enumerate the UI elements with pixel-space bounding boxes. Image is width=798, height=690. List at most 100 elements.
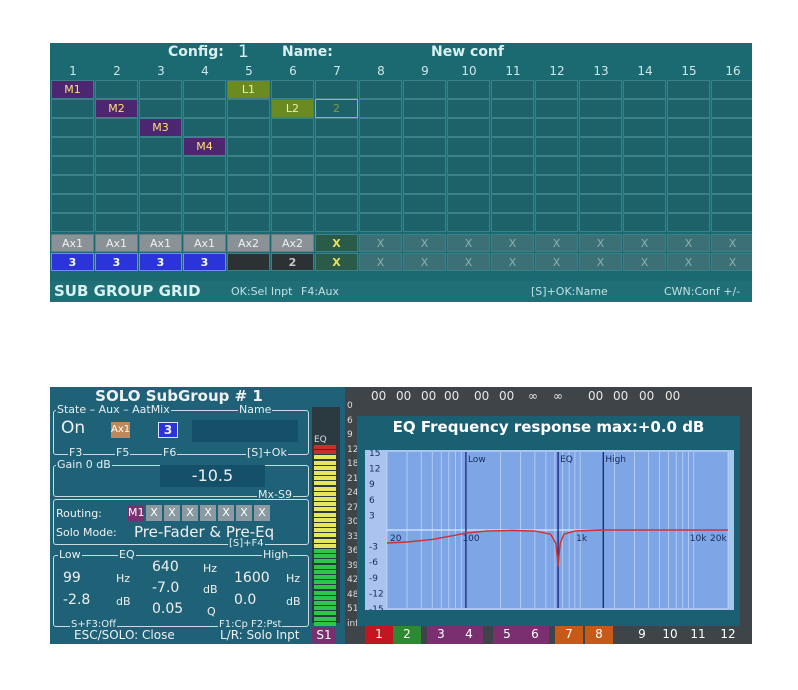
grid-cell[interactable]: 2 xyxy=(315,99,358,118)
grid-cell[interactable] xyxy=(535,118,578,137)
grid-cell[interactable] xyxy=(711,156,752,175)
grid-cell[interactable] xyxy=(183,80,226,99)
channel-button[interactable]: 4 xyxy=(455,625,483,644)
grid-cell[interactable] xyxy=(403,137,446,156)
routing-chip[interactable]: X xyxy=(254,505,270,521)
aux-cell[interactable]: X xyxy=(711,234,752,252)
grid-cell[interactable] xyxy=(447,194,490,213)
low-freq[interactable]: 99 xyxy=(63,570,81,586)
grid-cell[interactable]: M1 xyxy=(51,80,94,99)
grid-cell[interactable] xyxy=(667,213,710,232)
grid-cell[interactable] xyxy=(711,213,752,232)
grid-cell[interactable]: M4 xyxy=(183,137,226,156)
grid-cell[interactable] xyxy=(623,194,666,213)
grid-cell[interactable] xyxy=(271,156,314,175)
grid-cell[interactable]: M3 xyxy=(139,118,182,137)
grid-cell[interactable] xyxy=(535,80,578,99)
grid-cell[interactable] xyxy=(667,175,710,194)
grid-cell[interactable] xyxy=(491,213,534,232)
routing-chip[interactable]: X xyxy=(236,505,252,521)
aux-cell[interactable]: X xyxy=(403,234,446,252)
grid-cell[interactable] xyxy=(403,213,446,232)
mid-freq[interactable]: 640 xyxy=(152,559,179,575)
aux-cell[interactable]: Ax2 xyxy=(271,234,314,252)
grid-cell[interactable] xyxy=(227,194,270,213)
grid-cell[interactable] xyxy=(271,194,314,213)
grid-cell[interactable] xyxy=(623,137,666,156)
grid-cell[interactable] xyxy=(315,137,358,156)
grid-cell[interactable] xyxy=(579,213,622,232)
grid-cell[interactable] xyxy=(667,137,710,156)
routing-chip[interactable]: M1 xyxy=(128,505,145,521)
grid-cell[interactable]: L1 xyxy=(227,80,270,99)
grid-cell[interactable] xyxy=(403,156,446,175)
grid-cell[interactable] xyxy=(139,213,182,232)
grid-cell[interactable] xyxy=(183,156,226,175)
input-cell[interactable]: X xyxy=(579,253,622,271)
grid-cell[interactable] xyxy=(183,213,226,232)
grid-cell[interactable] xyxy=(535,156,578,175)
config-value[interactable]: 1 xyxy=(238,43,249,61)
grid-cell[interactable] xyxy=(183,99,226,118)
grid-cell[interactable] xyxy=(403,118,446,137)
grid-cell[interactable] xyxy=(447,137,490,156)
grid-cell[interactable] xyxy=(359,80,402,99)
grid-cell[interactable] xyxy=(95,118,138,137)
channel-button[interactable]: 10 xyxy=(656,625,684,644)
grid-cell[interactable] xyxy=(359,137,402,156)
grid-cell[interactable] xyxy=(95,137,138,156)
grid-cell[interactable] xyxy=(227,213,270,232)
grid-cell[interactable] xyxy=(579,156,622,175)
grid-cell[interactable] xyxy=(139,175,182,194)
grid-cell[interactable] xyxy=(183,118,226,137)
aux-cell[interactable]: Ax1 xyxy=(139,234,182,252)
channel-button[interactable]: 11 xyxy=(684,625,712,644)
grid-cell[interactable] xyxy=(403,194,446,213)
grid-cell[interactable] xyxy=(51,99,94,118)
grid-cell[interactable] xyxy=(491,99,534,118)
routing-chip[interactable]: X xyxy=(218,505,234,521)
grid-cell[interactable] xyxy=(711,175,752,194)
aux-cell[interactable]: Ax1 xyxy=(95,234,138,252)
channel-button[interactable]: 3 xyxy=(427,625,455,644)
grid-cell[interactable] xyxy=(535,194,578,213)
grid-cell[interactable] xyxy=(667,194,710,213)
grid-cell[interactable] xyxy=(95,194,138,213)
grid-cell[interactable] xyxy=(227,156,270,175)
aux-cell[interactable]: X xyxy=(667,234,710,252)
input-cell[interactable]: X xyxy=(403,253,446,271)
mid-gain[interactable]: -7.0 xyxy=(152,580,179,596)
grid-cell[interactable] xyxy=(139,156,182,175)
grid-cell[interactable] xyxy=(579,194,622,213)
grid-cell[interactable] xyxy=(95,213,138,232)
channel-button[interactable]: 5 xyxy=(493,625,521,644)
grid-cell[interactable] xyxy=(359,213,402,232)
aux-cell[interactable]: X xyxy=(579,234,622,252)
grid-cell[interactable] xyxy=(579,118,622,137)
grid-cell[interactable] xyxy=(711,99,752,118)
input-cell[interactable]: X xyxy=(359,253,402,271)
name-value[interactable]: New conf xyxy=(431,43,504,61)
input-cell[interactable]: 3 xyxy=(139,253,182,271)
gain-value[interactable]: -10.5 xyxy=(160,465,265,487)
channel-button[interactable]: 12 xyxy=(714,625,742,644)
grid-cell[interactable] xyxy=(271,118,314,137)
grid-cell[interactable] xyxy=(711,80,752,99)
grid-cell[interactable] xyxy=(139,80,182,99)
grid-cell[interactable] xyxy=(623,156,666,175)
grid-cell[interactable] xyxy=(667,118,710,137)
grid-cell[interactable] xyxy=(535,99,578,118)
mid-q[interactable]: 0.05 xyxy=(152,601,183,617)
grid-cell[interactable] xyxy=(51,156,94,175)
grid-cell[interactable] xyxy=(315,80,358,99)
aux-cell[interactable]: X xyxy=(315,234,358,252)
channel-button[interactable]: 1 xyxy=(365,625,393,644)
channel-button[interactable]: 7 xyxy=(555,625,583,644)
input-cell[interactable] xyxy=(227,253,270,271)
grid-cell[interactable] xyxy=(359,99,402,118)
aux-cell[interactable]: Ax1 xyxy=(51,234,94,252)
grid-cell[interactable] xyxy=(667,99,710,118)
grid-cell[interactable] xyxy=(139,137,182,156)
grid-cell[interactable] xyxy=(579,175,622,194)
grid-cell[interactable] xyxy=(95,80,138,99)
